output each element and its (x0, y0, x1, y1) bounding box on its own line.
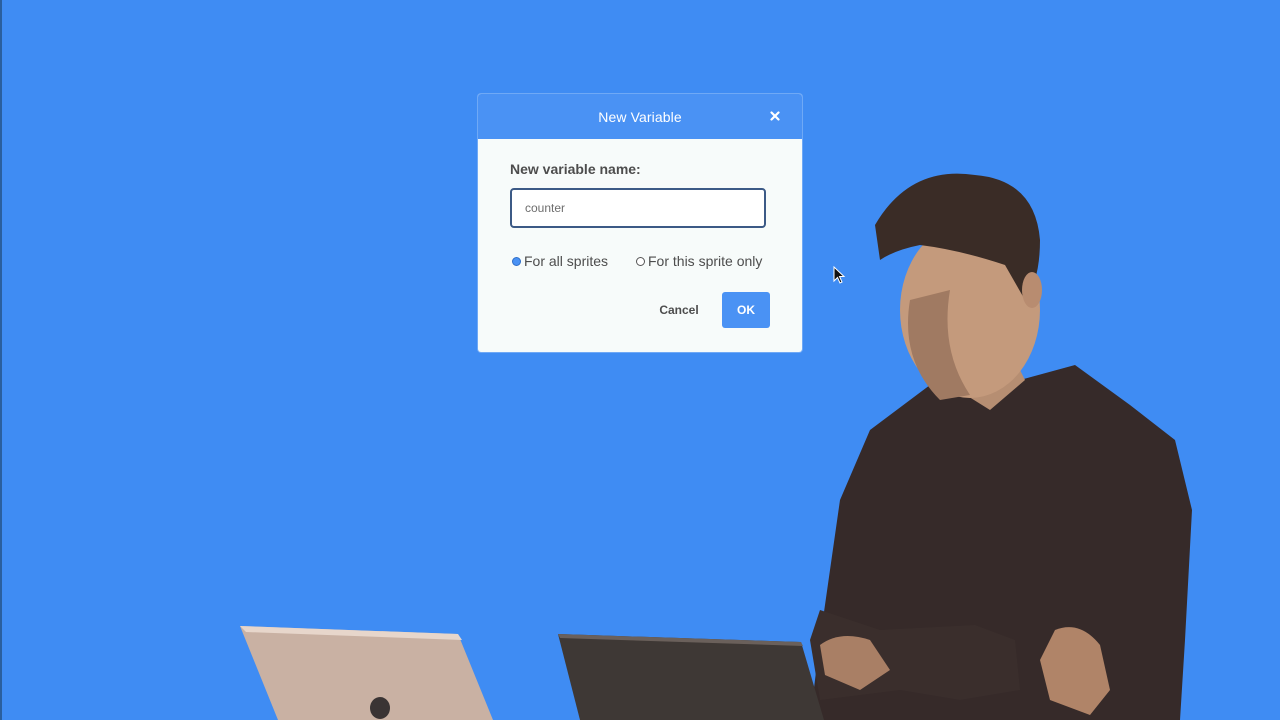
ok-button[interactable]: OK (722, 292, 770, 328)
screen-edge (0, 0, 2, 720)
laptop-left (238, 622, 498, 720)
close-icon (770, 111, 780, 121)
scope-option-label: For this sprite only (648, 253, 763, 269)
radio-unselected-icon[interactable] (636, 256, 645, 266)
dialog-header: New Variable (478, 94, 802, 139)
new-variable-dialog: New Variable New variable name: For all … (478, 94, 802, 352)
scope-option-this-sprite[interactable]: For this sprite only (636, 253, 762, 269)
variable-name-input[interactable] (510, 188, 766, 228)
close-button[interactable] (768, 109, 782, 123)
dialog-title: New Variable (598, 108, 682, 125)
cancel-button[interactable]: Cancel (646, 300, 712, 320)
mouse-pointer-icon (833, 265, 847, 291)
scope-option-label: For all sprites (524, 253, 609, 269)
scope-option-all-sprites[interactable]: For all sprites (512, 253, 608, 269)
radio-selected-icon[interactable] (512, 256, 521, 266)
presenter-figure (800, 170, 1200, 720)
variable-name-label: New variable name: (510, 161, 641, 177)
laptop-right (556, 632, 836, 720)
